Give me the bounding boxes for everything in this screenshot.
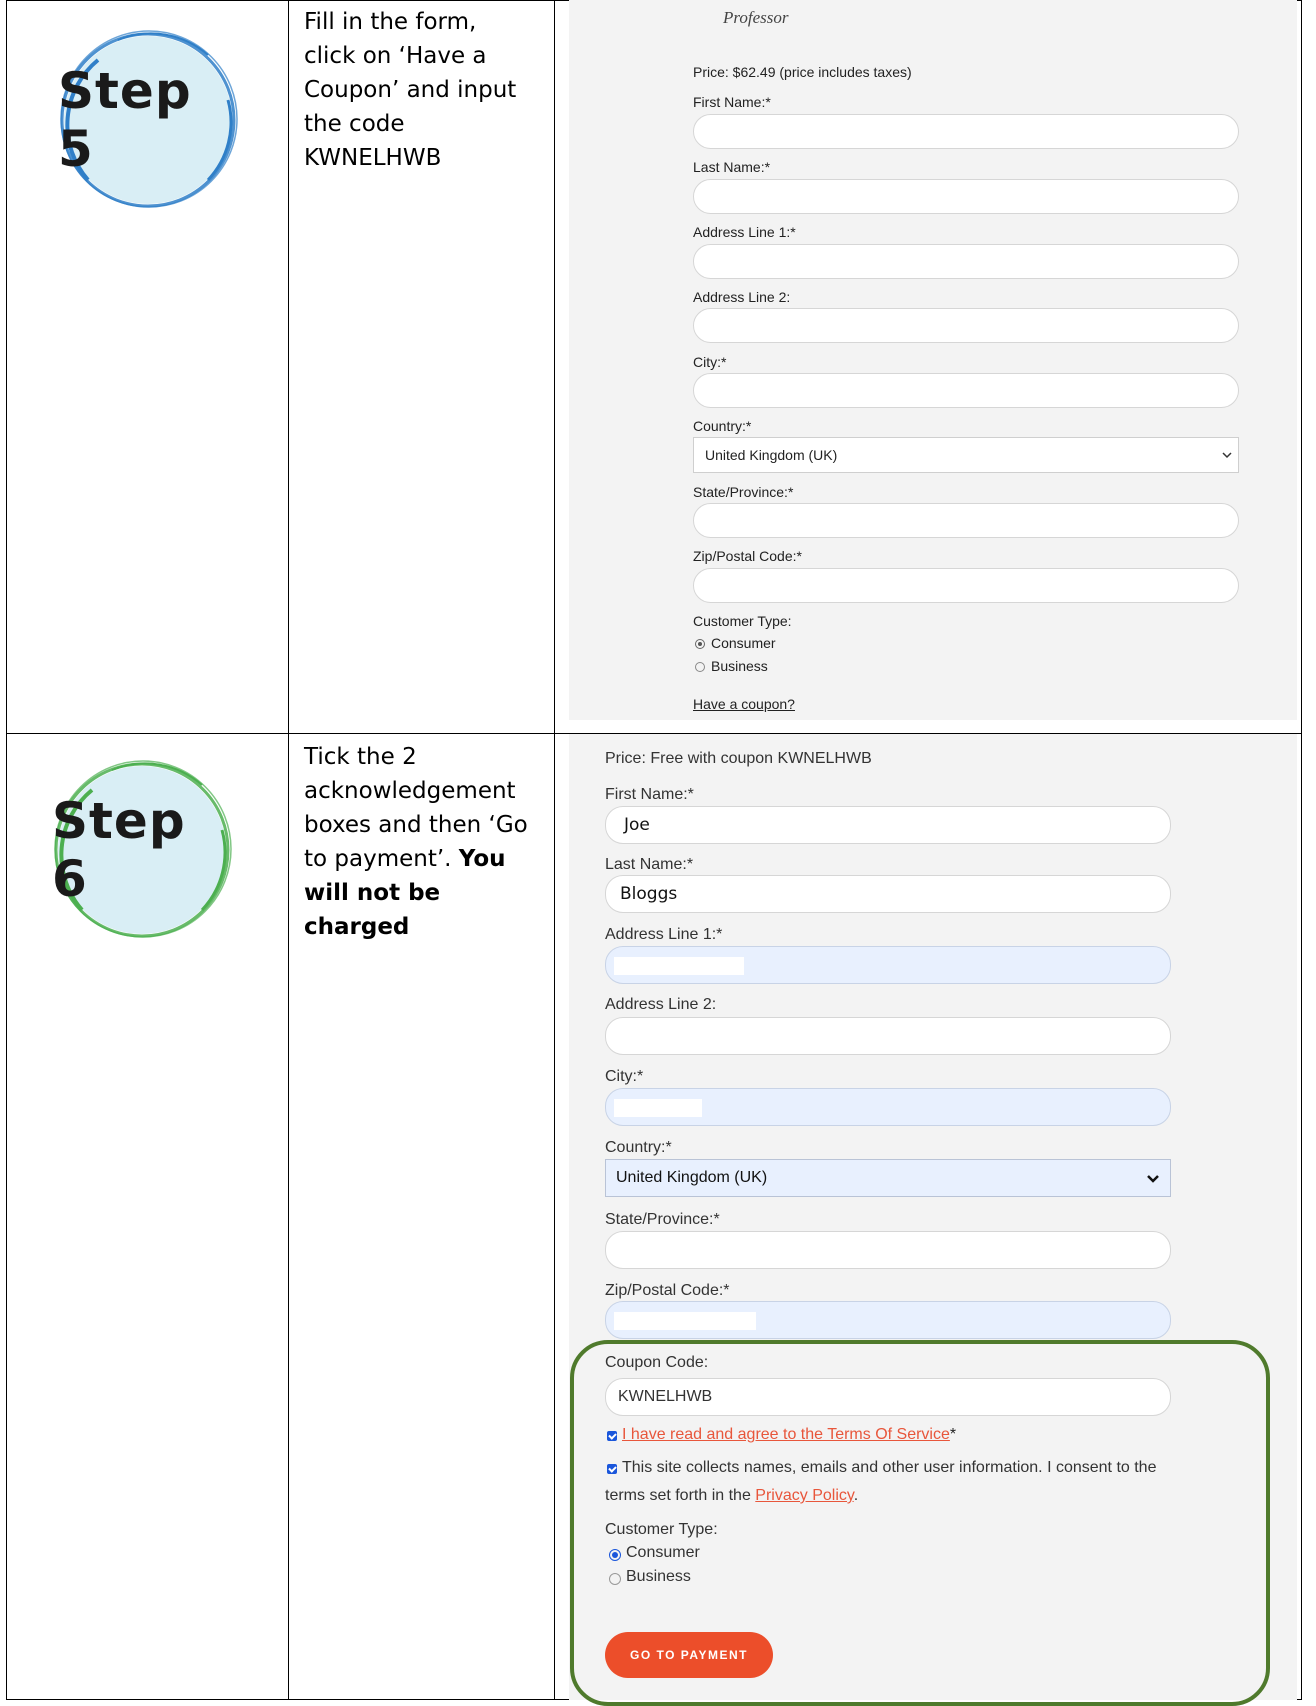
country-label: Country:* [693,418,752,434]
city-redacted [614,1099,702,1117]
zip-label: Zip/Postal Code:* [693,548,802,564]
address1-redacted [614,957,744,975]
step-5-instructions: Fill in the form, click on ‘Have a Coupo… [304,5,544,175]
first-name-value: Joe [624,815,650,835]
first-name-input[interactable]: Joe [605,806,1171,844]
step-5-line-4: the code [304,111,405,137]
zip-input[interactable] [605,1301,1171,1339]
table-border-left [6,0,7,1700]
step-6-line-4: to payment’. You [304,842,544,876]
step-5-form-screenshot: Professor Price: $62.49 (price includes … [569,0,1297,720]
zip-input[interactable] [693,568,1239,603]
city-label: City:* [605,1068,644,1085]
country-select[interactable]: United Kingdom (UK) [605,1159,1171,1197]
state-label: State/Province:* [693,484,794,500]
price-free-text: Price: Free with coupon KWNELHWB [605,750,872,767]
country-select-value: United Kingdom (UK) [705,447,838,463]
table-border-col1 [288,0,289,1700]
zip-redacted [614,1312,756,1330]
last-name-input[interactable] [693,179,1239,214]
step-5-line-2: click on ‘Have a [304,43,487,69]
table-border-right [1301,0,1302,1700]
professor-header: Professor [723,8,789,27]
highlight-box [570,1340,1270,1706]
last-name-label: Last Name:* [693,159,771,175]
last-name-value: Bloggs [620,884,678,904]
country-select[interactable]: United Kingdom (UK) [693,437,1239,473]
address1-label: Address Line 1:* [693,224,796,240]
have-a-coupon-link[interactable]: Have a coupon? [693,696,795,712]
business-radio[interactable] [695,662,705,672]
address2-input[interactable] [693,308,1239,343]
address1-input[interactable] [693,244,1239,279]
step-6-bold-not-charged: will not be charged [304,880,441,940]
country-select-value: United Kingdom (UK) [616,1169,768,1186]
chevron-down-icon [1147,1175,1159,1183]
price-text: Price: $62.49 (price includes taxes) [693,64,912,80]
country-label: Country:* [605,1139,672,1156]
address2-input[interactable] [605,1017,1171,1055]
first-name-label: First Name:* [605,786,694,803]
address2-label: Address Line 2: [693,289,791,305]
step-5-line-5: KWNELHWB [304,145,442,171]
step-5-badge: Step 5 [58,30,238,210]
step-6-line-3: boxes and then ‘Go [304,812,528,838]
city-input[interactable] [693,373,1239,408]
state-label: State/Province:* [605,1211,720,1228]
first-name-label: First Name:* [693,94,771,110]
step-6-badge: Step 6 [52,760,232,940]
address1-input[interactable] [605,946,1171,984]
last-name-input[interactable]: Bloggs [605,875,1171,913]
zip-label: Zip/Postal Code:* [605,1282,730,1299]
step-5-line-1: Fill in the form, [304,9,477,35]
step-6-instructions: Tick the 2 acknowledgement boxes and the… [304,740,544,944]
step-5-line-3: Coupon’ and input [304,77,517,103]
chevron-down-icon [1222,452,1232,459]
step-6-label: Step 6 [52,792,186,908]
address1-label: Address Line 1:* [605,926,723,943]
step-6-bold-you: You [458,846,506,872]
state-input[interactable] [693,503,1239,538]
address2-label: Address Line 2: [605,996,717,1013]
step-6-line-4-text: to payment’. [304,846,452,872]
city-label: City:* [693,354,727,370]
step-5-label: Step 5 [58,62,192,178]
city-input[interactable] [605,1088,1171,1126]
table-border-col2 [554,0,555,1700]
state-input[interactable] [605,1231,1171,1269]
first-name-input[interactable] [693,114,1239,149]
consumer-radio[interactable] [695,639,705,649]
step-6-line-1: Tick the 2 [304,744,417,770]
customer-type-label: Customer Type: [693,613,792,629]
business-label: Business [711,658,768,674]
step-6-line-2: acknowledgement [304,778,516,804]
consumer-label: Consumer [711,635,776,651]
last-name-label: Last Name:* [605,856,694,873]
